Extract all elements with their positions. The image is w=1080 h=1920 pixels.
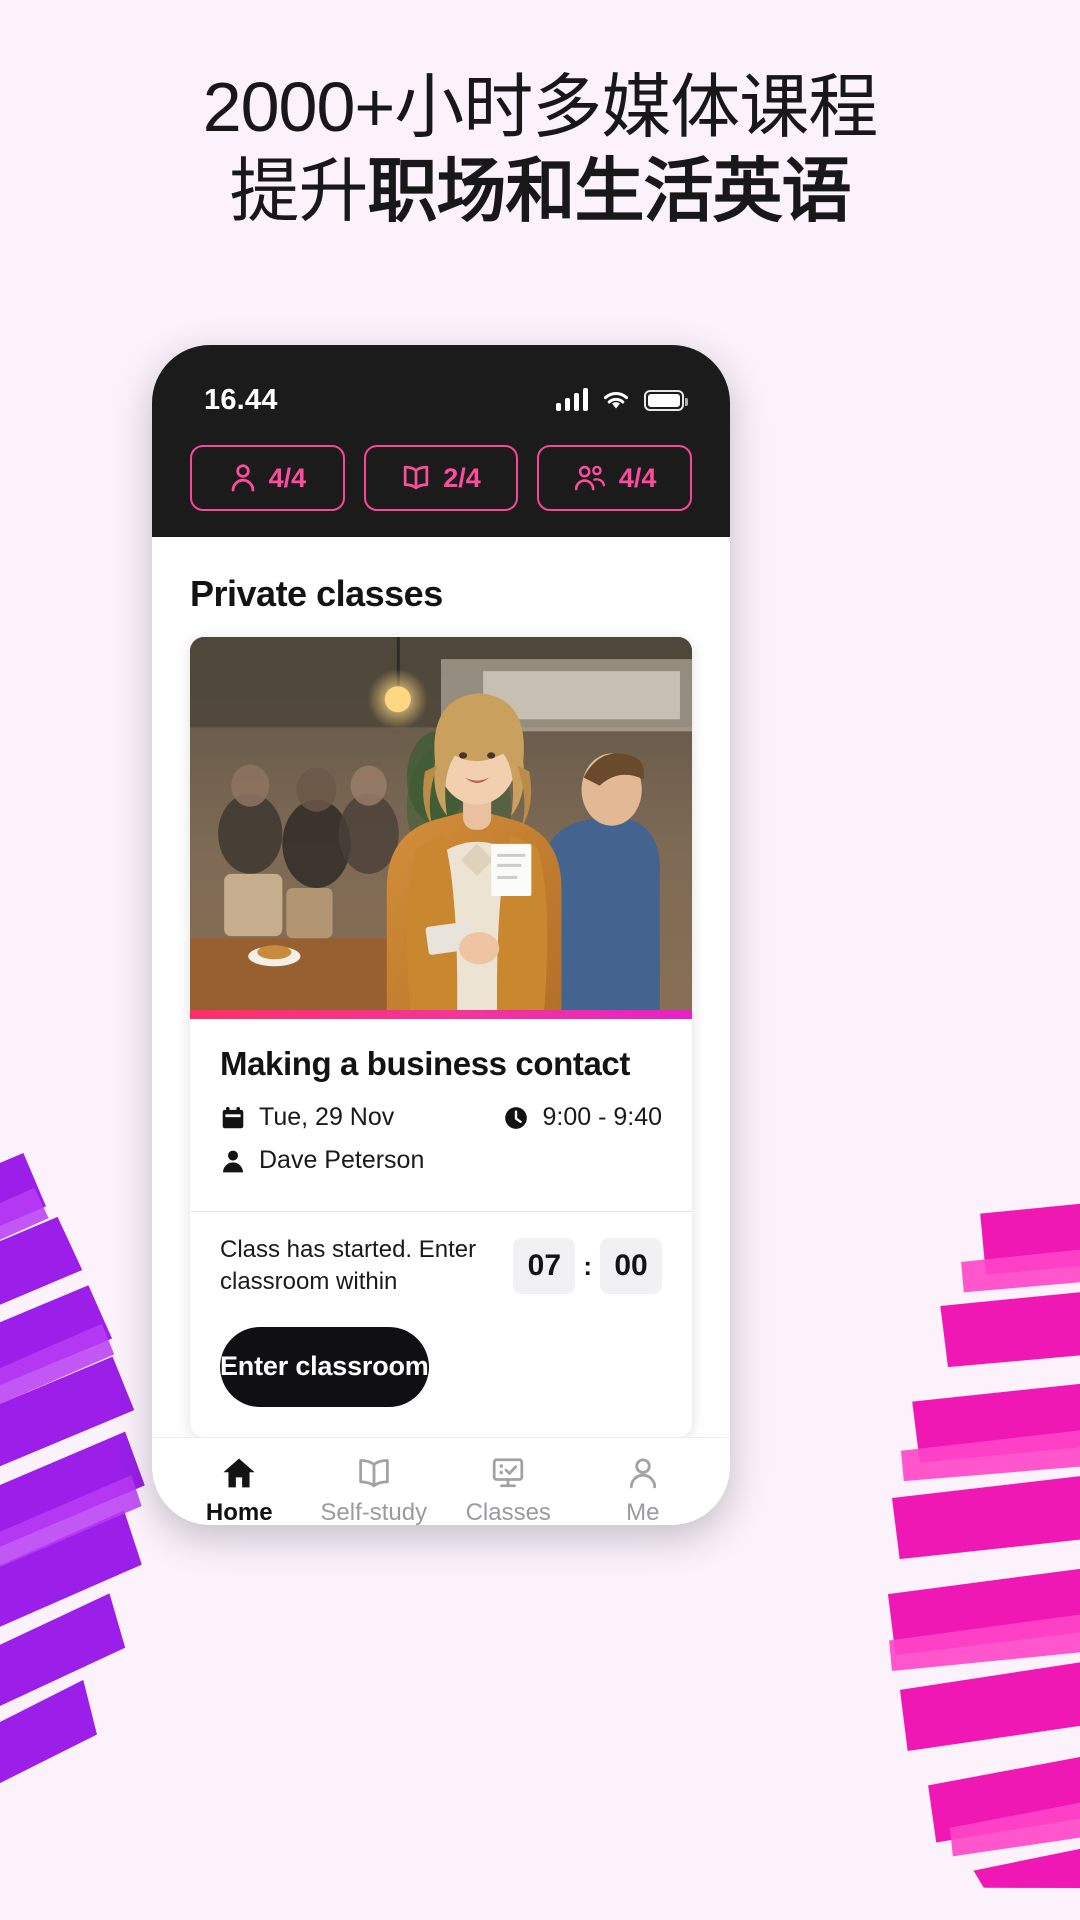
headline-line-2: 提升职场和生活英语 (0, 152, 1080, 232)
person-icon (231, 464, 254, 492)
countdown-clock: 07 : 00 (513, 1238, 662, 1295)
book-icon (404, 465, 429, 490)
battery-icon (644, 389, 688, 411)
tab-label: Classes (465, 1498, 551, 1525)
app-screen: Private classes Making a business contac… (152, 537, 730, 1525)
status-bar: 16.44 (152, 345, 730, 437)
person-icon (223, 1150, 243, 1172)
clock-icon (505, 1106, 528, 1129)
class-card-details: Making a business contact Tue, 29 Nov 9:… (190, 1019, 692, 1211)
promo-headline: 2000+小时多媒体课程 提升职场和生活英语 (0, 0, 1080, 232)
signal-bars-icon (555, 388, 588, 411)
countdown-seconds: 00 (600, 1238, 662, 1295)
badge-value: 4/4 (268, 462, 307, 493)
countdown-separator: : (583, 1250, 592, 1281)
class-time-text: 9:00 - 9:40 (542, 1103, 662, 1131)
person-icon (629, 1458, 656, 1489)
headline-line-2-bold: 职场和生活英语 (367, 151, 852, 230)
tab-label: Self-study (320, 1498, 428, 1525)
class-teacher-text: Dave Peterson (259, 1146, 425, 1174)
badge-self-study[interactable]: 2/4 (363, 445, 519, 511)
class-time: 9:00 - 9:40 (503, 1103, 662, 1132)
home-icon (223, 1458, 255, 1488)
tab-home[interactable]: Home (179, 1456, 299, 1525)
book-icon (358, 1458, 389, 1488)
countdown-message: Class has started. Enter classroom withi… (220, 1236, 477, 1296)
status-bar-icons (555, 388, 688, 411)
badge-value: 4/4 (618, 462, 657, 493)
class-photo (190, 637, 692, 1019)
card-accent-bar (190, 1010, 692, 1019)
group-icon (574, 465, 606, 491)
class-meta-row-1: Tue, 29 Nov 9:00 - 9:40 (220, 1103, 662, 1132)
calendar-icon (222, 1106, 244, 1128)
tab-self-study[interactable]: Self-study (314, 1456, 434, 1525)
class-title: Making a business contact (220, 1045, 630, 1082)
screen-check-icon (493, 1458, 524, 1487)
badge-group-classes[interactable]: 4/4 (537, 445, 693, 511)
class-date: Tue, 29 Nov (220, 1103, 394, 1132)
progress-badges: 4/4 2/4 4/4 (152, 437, 730, 537)
status-bar-time: 16.44 (204, 383, 278, 416)
class-teacher: Dave Peterson (220, 1146, 424, 1175)
class-photo-image (190, 637, 692, 1019)
countdown-minutes: 07 (513, 1238, 576, 1295)
class-meta-row-2: Dave Peterson (220, 1146, 662, 1175)
bottom-navigation: Home Self-study Classes Me (152, 1436, 730, 1525)
tab-label: Me (626, 1498, 660, 1525)
wifi-icon (603, 391, 629, 409)
class-date-text: Tue, 29 Nov (259, 1103, 395, 1131)
tab-label: Home (205, 1498, 273, 1525)
class-countdown: Class has started. Enter classroom withi… (190, 1212, 692, 1309)
badge-private-classes[interactable]: 4/4 (190, 445, 345, 511)
headline-line-2-regular: 提升 (229, 151, 369, 230)
phone-mockup: 16.44 4/4 2/4 4/4 Private classes Making… (152, 345, 730, 1525)
enter-classroom-button[interactable]: Enter classroom (220, 1326, 429, 1407)
tab-me[interactable]: Me (583, 1456, 703, 1525)
page-title: Private classes (190, 573, 443, 614)
headline-line-1: 2000+小时多媒体课程 (202, 68, 879, 146)
tab-classes[interactable]: Classes (448, 1456, 568, 1525)
badge-value: 2/4 (443, 462, 481, 493)
class-card[interactable]: Making a business contact Tue, 29 Nov 9:… (190, 637, 692, 1437)
